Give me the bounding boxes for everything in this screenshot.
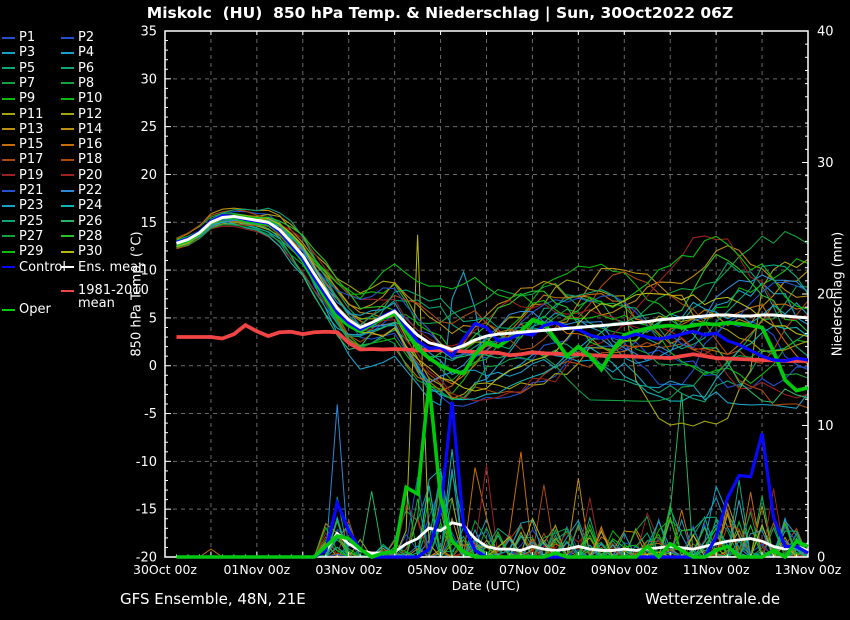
x-tick-label: 11Nov 00z [683,562,750,577]
y-left-tick-label: -15 [136,503,157,518]
y-left-tick-label: 30 [140,72,157,87]
x-tick-label: 30Oct 00z [133,562,197,577]
y-left-tick-label: 5 [149,311,157,326]
y-right-tick-label: 30 [817,156,834,171]
member-temp-P4 [176,218,808,409]
y-left-tick-label: -10 [136,455,157,470]
oper-precip [176,383,808,557]
meteogram: Miskolc (HU) 850 hPa Temp. & Niederschla… [0,0,850,620]
y-right-tick-label: 10 [817,419,834,434]
member-temp-P1 [176,220,808,406]
y-left-tick-label: 20 [140,168,157,183]
x-tick-label: 07Nov 00z [499,562,566,577]
y-axis-left-label: 850 hPa Temp. (°C) [130,231,145,356]
x-tick-label: 01Nov 00z [223,562,290,577]
y-axis-right-label: Niederschlag (mm) [831,232,846,357]
x-tick-label: 09Nov 00z [591,562,658,577]
member-temp-P9 [176,217,808,394]
footer-source: Wetterzentrale.de [645,590,780,608]
x-tick-label: 05Nov 00z [407,562,474,577]
plot-area: 35302520151050-5-10-15-2040302010030Oct … [0,0,850,620]
member-temp-P30 [176,218,808,391]
footer-model-info: GFS Ensemble, 48N, 21E [120,590,306,608]
x-tick-label: 13Nov 00z [775,562,842,577]
member-precip-P22 [176,404,808,557]
y-left-tick-label: 35 [140,25,157,40]
y-left-tick-label: 0 [149,359,157,374]
y-left-tick-label: 15 [140,216,157,231]
oper-temp [176,217,808,391]
y-left-tick-label: -5 [144,407,157,422]
y-right-tick-label: 40 [817,25,834,40]
x-tick-label: 03Nov 00z [315,562,382,577]
y-left-tick-label: 25 [140,120,157,135]
